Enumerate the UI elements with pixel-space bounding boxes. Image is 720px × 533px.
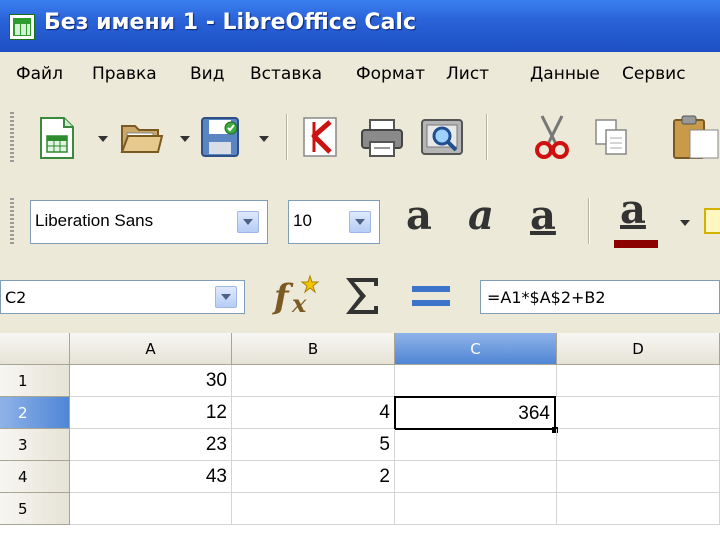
menu-bar: Файл Правка Вид Вставка Формат Лист Данн…: [0, 52, 720, 96]
print-preview-icon[interactable]: [420, 118, 464, 158]
standard-toolbar: [0, 98, 720, 176]
cell-d1[interactable]: [557, 365, 720, 397]
cell-a5[interactable]: [70, 493, 232, 525]
select-all-corner[interactable]: [0, 333, 70, 365]
font-name-combo[interactable]: Liberation Sans: [30, 200, 268, 244]
font-color-dropdown-arrow[interactable]: [680, 220, 690, 226]
row-header-2[interactable]: 2: [0, 397, 70, 429]
name-box-value: C2: [5, 288, 27, 307]
cell-b5[interactable]: [232, 493, 395, 525]
cell-b3[interactable]: 5: [232, 429, 395, 461]
spreadsheet-grid: A B C D 1 2 3 4 5 30 12 4 364 23 5 43 2: [0, 333, 720, 533]
formula-text: =A1*$A$2+B2: [487, 288, 606, 307]
cell-c4[interactable]: [395, 461, 557, 493]
font-size-dropdown-button[interactable]: [349, 211, 371, 233]
font-name-value: Liberation Sans: [35, 211, 154, 230]
export-pdf-icon[interactable]: [300, 116, 340, 158]
save-icon[interactable]: [200, 116, 240, 158]
column-header-b[interactable]: B: [232, 333, 395, 365]
menu-edit[interactable]: Правка: [92, 64, 157, 84]
font-size-value: 10: [293, 211, 312, 230]
underline-button[interactable]: a: [530, 192, 556, 239]
copy-icon[interactable]: [594, 118, 630, 158]
name-box[interactable]: C2: [0, 280, 245, 314]
toolbar-separator: [588, 198, 590, 244]
row-header-1[interactable]: 1: [0, 365, 70, 397]
cell-a3[interactable]: 23: [70, 429, 232, 461]
name-box-dropdown-button[interactable]: [215, 286, 237, 308]
row-header-5[interactable]: 5: [0, 493, 70, 525]
cell-d5[interactable]: [557, 493, 720, 525]
row-header-4[interactable]: 4: [0, 461, 70, 493]
formatting-toolbar: Liberation Sans 10 a a a a: [0, 180, 720, 260]
title-bar: Без имени 1 - LibreOffice Calc: [0, 0, 720, 52]
font-color-swatch: [614, 240, 658, 248]
cell-a4[interactable]: 43: [70, 461, 232, 493]
toolbar-separator: [286, 114, 288, 160]
open-folder-icon[interactable]: [120, 120, 164, 156]
menu-tools[interactable]: Сервис: [622, 64, 686, 84]
function-icon[interactable]: [410, 284, 452, 310]
paste-icon[interactable]: [670, 114, 720, 160]
svg-text:x: x: [291, 289, 307, 318]
menu-view[interactable]: Вид: [190, 64, 224, 84]
window-title: Без имени 1 - LibreOffice Calc: [44, 10, 416, 35]
open-dropdown-arrow[interactable]: [180, 136, 190, 142]
cell-c5[interactable]: [395, 493, 557, 525]
toolbar-separator: [486, 114, 488, 160]
row-header-3[interactable]: 3: [0, 429, 70, 461]
font-name-dropdown-button[interactable]: [237, 211, 259, 233]
toolbar-grip[interactable]: [10, 112, 14, 162]
formula-input[interactable]: =A1*$A$2+B2: [480, 280, 720, 314]
cell-d3[interactable]: [557, 429, 720, 461]
italic-button[interactable]: a: [468, 192, 494, 239]
cell-b2[interactable]: 4: [232, 397, 395, 429]
svg-text:f: f: [272, 277, 294, 317]
formula-bar: C2 f x =A1*$A$2+B2: [0, 262, 720, 332]
menu-format[interactable]: Формат: [356, 64, 425, 84]
cut-icon[interactable]: [532, 114, 572, 160]
sum-icon[interactable]: [342, 274, 384, 318]
cell-c2[interactable]: 364: [394, 396, 556, 430]
cell-d4[interactable]: [557, 461, 720, 493]
menu-data[interactable]: Данные: [530, 64, 600, 84]
save-dropdown-arrow[interactable]: [259, 136, 269, 142]
new-spreadsheet-icon[interactable]: [38, 116, 76, 160]
new-dropdown-arrow[interactable]: [98, 136, 108, 142]
column-header-d[interactable]: D: [557, 333, 720, 365]
menu-file[interactable]: Файл: [16, 64, 63, 84]
cell-b4[interactable]: 2: [232, 461, 395, 493]
font-color-button[interactable]: a: [620, 186, 646, 233]
bold-button[interactable]: a: [406, 192, 432, 239]
background-color-icon[interactable]: [704, 208, 720, 234]
function-wizard-icon[interactable]: f x: [270, 272, 326, 318]
menu-sheet[interactable]: Лист: [446, 64, 489, 84]
calc-app-icon: [9, 14, 35, 40]
cell-d2[interactable]: [557, 397, 720, 429]
cell-c1[interactable]: [395, 365, 557, 397]
print-icon[interactable]: [360, 118, 404, 158]
cell-b1[interactable]: [232, 365, 395, 397]
cell-c3[interactable]: [395, 429, 557, 461]
cell-a2[interactable]: 12: [70, 397, 232, 429]
menu-insert[interactable]: Вставка: [250, 64, 322, 84]
font-size-combo[interactable]: 10: [288, 200, 380, 244]
column-header-a[interactable]: A: [70, 333, 232, 365]
toolbar-grip[interactable]: [10, 198, 14, 244]
column-header-c[interactable]: C: [395, 333, 557, 365]
cell-a1[interactable]: 30: [70, 365, 232, 397]
